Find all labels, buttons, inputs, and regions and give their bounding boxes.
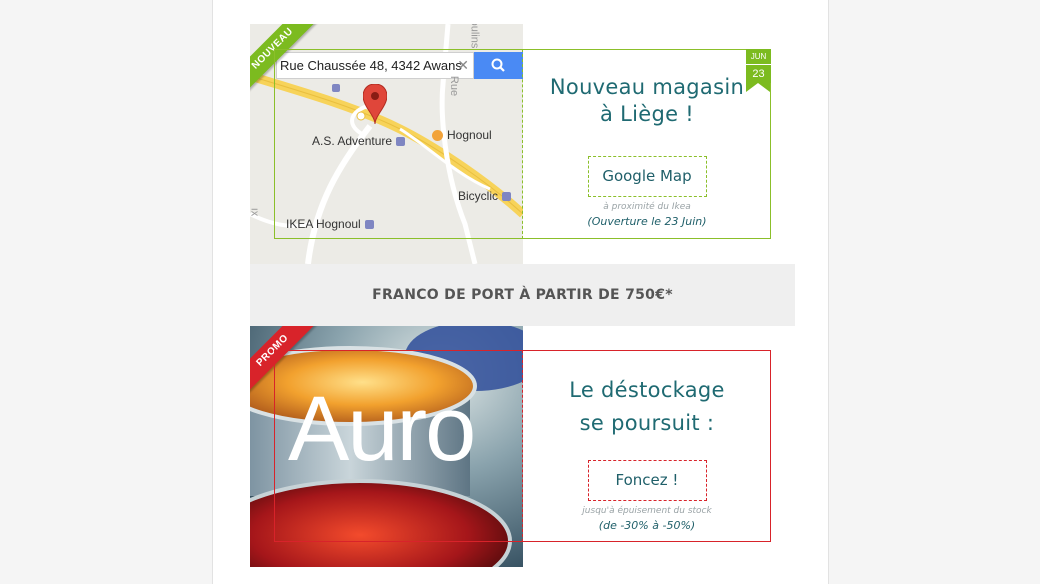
promo-cta-button[interactable]: Foncez ! [587, 460, 707, 501]
google-map-button[interactable]: Google Map [587, 156, 707, 197]
new-store-text: Nouveau magasin à Liège ! Google Map à p… [523, 49, 771, 239]
road-label-x: ıx [250, 207, 261, 217]
store-location-note: à proximité du Ikea [603, 202, 691, 212]
store-opening-note: (Ouverture le 23 Juin) [587, 215, 707, 228]
promo-text: Le déstockage se poursuit : Foncez ! jus… [523, 350, 771, 542]
promo-headline: Le déstockage se poursuit : [569, 378, 725, 435]
new-store-headline: Nouveau magasin à Liège ! [549, 75, 745, 126]
new-store-map-frame [274, 49, 523, 239]
free-shipping-banner: FRANCO DE PORT À PARTIR DE 750€* [250, 264, 795, 326]
promo-stock-note: jusqu'à épuisement du stock [582, 506, 712, 516]
promo-discount-note: (de -30% à -50%) [598, 519, 696, 532]
promo-photo-frame [274, 350, 523, 542]
road-label-moulins: oulins [468, 24, 481, 49]
